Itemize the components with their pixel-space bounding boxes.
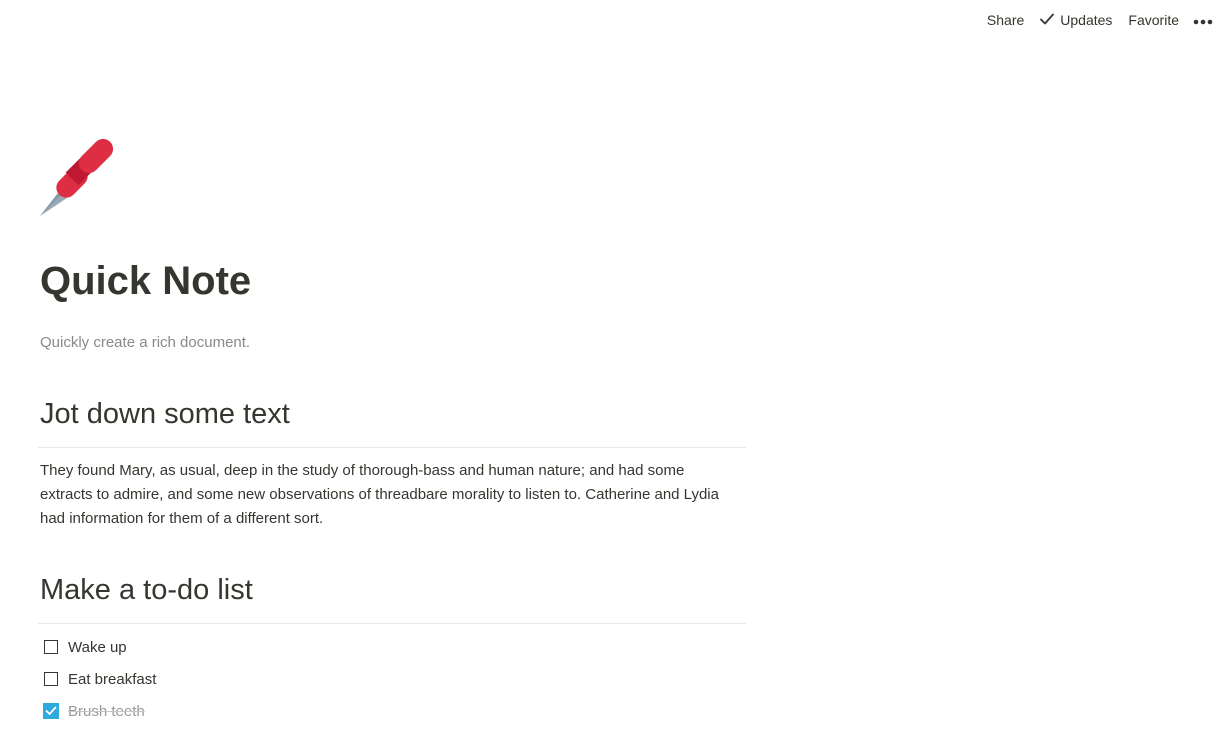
todo-checkbox[interactable]	[44, 672, 58, 686]
check-icon	[1040, 12, 1060, 28]
updates-label: Updates	[1060, 12, 1113, 28]
divider	[38, 623, 746, 624]
todo-item: Eat breakfast	[40, 667, 156, 691]
section-heading[interactable]: Jot down some text	[40, 396, 290, 432]
todo-item: Wake up	[40, 635, 127, 659]
text-block[interactable]: They found Mary, as usual, deep in the s…	[40, 459, 740, 531]
favorite-button[interactable]: Favorite	[1120, 8, 1187, 32]
todo-item: Brush teeth	[40, 699, 145, 723]
more-options-button[interactable]	[1187, 8, 1219, 32]
pushpin-icon[interactable]	[40, 136, 122, 218]
top-bar: Share Updates Favorite	[979, 0, 1227, 40]
todo-label[interactable]: Eat breakfast	[68, 671, 156, 688]
divider	[38, 447, 746, 448]
share-button[interactable]: Share	[979, 8, 1032, 32]
check-icon	[45, 706, 57, 715]
updates-button[interactable]: Updates	[1032, 8, 1120, 32]
todo-label[interactable]: Wake up	[68, 639, 127, 656]
more-horizontal-icon	[1193, 12, 1213, 28]
share-label: Share	[986, 12, 1025, 28]
favorite-label: Favorite	[1128, 12, 1179, 28]
section-heading[interactable]: Make a to-do list	[40, 572, 253, 608]
todo-checkbox-checked[interactable]	[43, 703, 59, 719]
todo-checkbox[interactable]	[44, 640, 58, 654]
page-description[interactable]: Quickly create a rich document.	[40, 333, 250, 353]
todo-label[interactable]: Brush teeth	[68, 703, 145, 720]
page-title[interactable]: Quick Note	[40, 256, 251, 306]
